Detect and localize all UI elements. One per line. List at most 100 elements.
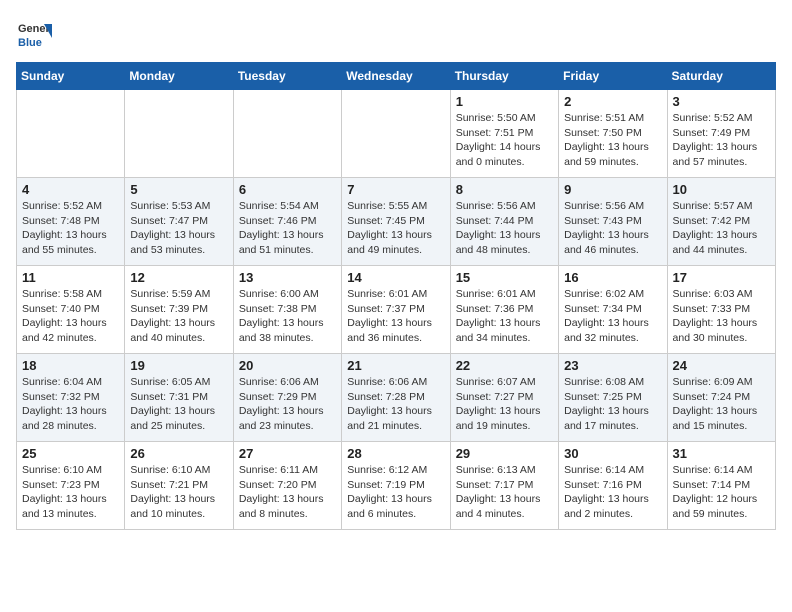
day-number: 6 xyxy=(239,182,336,197)
day-info: Sunrise: 5:56 AMSunset: 7:43 PMDaylight:… xyxy=(564,199,661,258)
sunrise-text: Sunrise: 6:14 AM xyxy=(673,463,770,478)
sunset-text: Sunset: 7:25 PM xyxy=(564,390,661,405)
day-cell-25: 25Sunrise: 6:10 AMSunset: 7:23 PMDayligh… xyxy=(17,442,125,530)
day-info: Sunrise: 5:53 AMSunset: 7:47 PMDaylight:… xyxy=(130,199,227,258)
sunset-text: Sunset: 7:37 PM xyxy=(347,302,444,317)
daylight-text: Daylight: 13 hours and 30 minutes. xyxy=(673,316,770,345)
day-cell-6: 6 Sunrise: 5:54 AMSunset: 7:46 PMDaylight… xyxy=(233,178,341,266)
day-info: Sunrise: 6:10 AMSunset: 7:23 PMDaylight:… xyxy=(22,463,119,522)
sunrise-text: Sunrise: 6:06 AM xyxy=(347,375,444,390)
daylight-text: Daylight: 13 hours and 15 minutes. xyxy=(673,404,770,433)
sunrise-text: Sunrise: 5:57 AM xyxy=(673,199,770,214)
day-info: Sunrise: 5:59 AMSunset: 7:39 PMDaylight:… xyxy=(130,287,227,346)
daylight-text: Daylight: 13 hours and 49 minutes. xyxy=(347,228,444,257)
sunrise-text: Sunrise: 6:00 AM xyxy=(239,287,336,302)
day-cell-11: 11 Sunrise: 5:58 AMSunset: 7:40 PMDayligh… xyxy=(17,266,125,354)
day-cell-23: 23 Sunrise: 6:08 AMSunset: 7:25 PMDayligh… xyxy=(559,354,667,442)
sunset-text: Sunset: 7:20 PM xyxy=(239,478,336,493)
day-info: Sunrise: 5:52 AMSunset: 7:49 PMDaylight:… xyxy=(673,111,770,170)
empty-cell xyxy=(342,90,450,178)
day-info: Sunrise: 5:58 AMSunset: 7:40 PMDaylight:… xyxy=(22,287,119,346)
day-info: Sunrise: 6:04 AMSunset: 7:32 PMDaylight:… xyxy=(22,375,119,434)
day-info: Sunrise: 5:54 AMSunset: 7:46 PMDaylight:… xyxy=(239,199,336,258)
daylight-text: Daylight: 13 hours and 4 minutes. xyxy=(456,492,553,521)
day-number: 17 xyxy=(673,270,770,285)
daylight-text: Daylight: 13 hours and 40 minutes. xyxy=(130,316,227,345)
day-info: Sunrise: 5:50 AMSunset: 7:51 PMDaylight:… xyxy=(456,111,553,170)
sunrise-text: Sunrise: 6:10 AM xyxy=(22,463,119,478)
sunrise-text: Sunrise: 6:07 AM xyxy=(456,375,553,390)
sunset-text: Sunset: 7:47 PM xyxy=(130,214,227,229)
day-cell-16: 16Sunrise: 6:02 AMSunset: 7:34 PMDayligh… xyxy=(559,266,667,354)
day-number: 12 xyxy=(130,270,227,285)
day-cell-17: 17Sunrise: 6:03 AMSunset: 7:33 PMDayligh… xyxy=(667,266,775,354)
sunrise-text: Sunrise: 5:56 AM xyxy=(564,199,661,214)
day-info: Sunrise: 6:13 AMSunset: 7:17 PMDaylight:… xyxy=(456,463,553,522)
sunset-text: Sunset: 7:43 PM xyxy=(564,214,661,229)
sunrise-text: Sunrise: 5:56 AM xyxy=(456,199,553,214)
day-cell-27: 27Sunrise: 6:11 AMSunset: 7:20 PMDayligh… xyxy=(233,442,341,530)
day-number: 11 xyxy=(22,270,119,285)
day-number: 22 xyxy=(456,358,553,373)
sunrise-text: Sunrise: 5:58 AM xyxy=(22,287,119,302)
sunset-text: Sunset: 7:19 PM xyxy=(347,478,444,493)
day-info: Sunrise: 6:08 AMSunset: 7:25 PMDaylight:… xyxy=(564,375,661,434)
day-number: 15 xyxy=(456,270,553,285)
day-cell-30: 30Sunrise: 6:14 AMSunset: 7:16 PMDayligh… xyxy=(559,442,667,530)
sunset-text: Sunset: 7:14 PM xyxy=(673,478,770,493)
day-number: 23 xyxy=(564,358,661,373)
week-row-4: 18 Sunrise: 6:04 AMSunset: 7:32 PMDayligh… xyxy=(17,354,776,442)
day-number: 8 xyxy=(456,182,553,197)
daylight-text: Daylight: 13 hours and 28 minutes. xyxy=(22,404,119,433)
day-number: 16 xyxy=(564,270,661,285)
day-info: Sunrise: 5:57 AMSunset: 7:42 PMDaylight:… xyxy=(673,199,770,258)
sunset-text: Sunset: 7:28 PM xyxy=(347,390,444,405)
day-cell-2: 2Sunrise: 5:51 AMSunset: 7:50 PMDaylight… xyxy=(559,90,667,178)
sunrise-text: Sunrise: 5:52 AM xyxy=(673,111,770,126)
day-info: Sunrise: 5:55 AMSunset: 7:45 PMDaylight:… xyxy=(347,199,444,258)
day-cell-9: 9Sunrise: 5:56 AMSunset: 7:43 PMDaylight… xyxy=(559,178,667,266)
daylight-text: Daylight: 13 hours and 48 minutes. xyxy=(456,228,553,257)
day-number: 14 xyxy=(347,270,444,285)
day-number: 7 xyxy=(347,182,444,197)
daylight-text: Daylight: 13 hours and 42 minutes. xyxy=(22,316,119,345)
daylight-text: Daylight: 13 hours and 17 minutes. xyxy=(564,404,661,433)
day-info: Sunrise: 5:52 AMSunset: 7:48 PMDaylight:… xyxy=(22,199,119,258)
daylight-text: Daylight: 13 hours and 6 minutes. xyxy=(347,492,444,521)
day-number: 5 xyxy=(130,182,227,197)
page-header: General Blue xyxy=(16,16,776,52)
day-number: 4 xyxy=(22,182,119,197)
weekday-header-saturday: Saturday xyxy=(667,63,775,90)
day-number: 30 xyxy=(564,446,661,461)
day-info: Sunrise: 6:12 AMSunset: 7:19 PMDaylight:… xyxy=(347,463,444,522)
daylight-text: Daylight: 13 hours and 46 minutes. xyxy=(564,228,661,257)
sunrise-text: Sunrise: 6:01 AM xyxy=(456,287,553,302)
daylight-text: Daylight: 13 hours and 59 minutes. xyxy=(564,140,661,169)
daylight-text: Daylight: 13 hours and 2 minutes. xyxy=(564,492,661,521)
day-info: Sunrise: 6:10 AMSunset: 7:21 PMDaylight:… xyxy=(130,463,227,522)
day-cell-24: 24Sunrise: 6:09 AMSunset: 7:24 PMDayligh… xyxy=(667,354,775,442)
sunset-text: Sunset: 7:29 PM xyxy=(239,390,336,405)
sunset-text: Sunset: 7:50 PM xyxy=(564,126,661,141)
sunrise-text: Sunrise: 6:08 AM xyxy=(564,375,661,390)
day-cell-14: 14Sunrise: 6:01 AMSunset: 7:37 PMDayligh… xyxy=(342,266,450,354)
day-cell-29: 29Sunrise: 6:13 AMSunset: 7:17 PMDayligh… xyxy=(450,442,558,530)
sunset-text: Sunset: 7:46 PM xyxy=(239,214,336,229)
day-number: 18 xyxy=(22,358,119,373)
day-info: Sunrise: 5:51 AMSunset: 7:50 PMDaylight:… xyxy=(564,111,661,170)
daylight-text: Daylight: 13 hours and 19 minutes. xyxy=(456,404,553,433)
day-number: 21 xyxy=(347,358,444,373)
day-number: 1 xyxy=(456,94,553,109)
day-cell-13: 13Sunrise: 6:00 AMSunset: 7:38 PMDayligh… xyxy=(233,266,341,354)
svg-text:Blue: Blue xyxy=(18,37,42,49)
sunset-text: Sunset: 7:24 PM xyxy=(673,390,770,405)
daylight-text: Daylight: 13 hours and 44 minutes. xyxy=(673,228,770,257)
daylight-text: Daylight: 13 hours and 25 minutes. xyxy=(130,404,227,433)
daylight-text: Daylight: 13 hours and 55 minutes. xyxy=(22,228,119,257)
sunset-text: Sunset: 7:17 PM xyxy=(456,478,553,493)
sunset-text: Sunset: 7:33 PM xyxy=(673,302,770,317)
sunrise-text: Sunrise: 6:13 AM xyxy=(456,463,553,478)
day-cell-5: 5 Sunrise: 5:53 AMSunset: 7:47 PMDaylight… xyxy=(125,178,233,266)
sunrise-text: Sunrise: 5:51 AM xyxy=(564,111,661,126)
daylight-text: Daylight: 13 hours and 10 minutes. xyxy=(130,492,227,521)
